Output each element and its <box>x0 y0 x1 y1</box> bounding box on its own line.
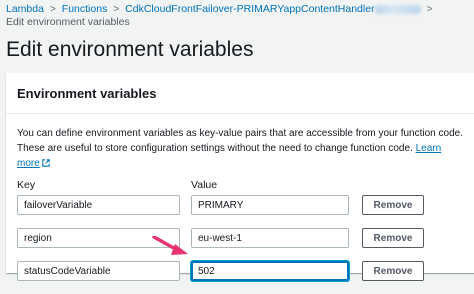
env-var-row: Remove <box>17 261 469 294</box>
chevron-right-icon: > <box>49 4 56 15</box>
page-title: Edit environment variables <box>6 38 254 61</box>
env-key-input[interactable] <box>17 261 180 281</box>
env-value-input[interactable] <box>191 261 349 281</box>
breadcrumb: Lambda > Functions > CdkCloudFrontFailover-P… <box>6 3 474 17</box>
env-var-row: Remove <box>17 195 469 228</box>
panel-description: You can define environment variables as … <box>17 126 465 171</box>
breadcrumb-functions[interactable]: Functions <box>62 3 108 15</box>
env-value-input[interactable] <box>191 195 349 215</box>
env-key-input[interactable] <box>17 195 180 215</box>
breadcrumb-current: Edit environment variables <box>6 16 130 28</box>
environment-variables-panel: Environment variables You can define env… <box>6 73 474 281</box>
panel-title: Environment variables <box>6 73 474 114</box>
description-text: You can define environment variables as … <box>17 128 463 154</box>
remove-button[interactable]: Remove <box>362 261 424 281</box>
breadcrumb-lambda[interactable]: Lambda <box>6 3 44 15</box>
external-link-icon <box>42 159 50 167</box>
key-column-header: Key <box>17 179 36 191</box>
chevron-right-icon: > <box>113 4 120 15</box>
env-value-input[interactable] <box>191 228 349 248</box>
remove-button[interactable]: Remove <box>362 228 424 248</box>
remove-button[interactable]: Remove <box>362 195 424 215</box>
chevron-right-icon: > <box>426 4 433 15</box>
env-var-row: Remove <box>17 228 469 261</box>
breadcrumb-function-name[interactable]: CdkCloudFrontFailover-PRIMARYappContentH… <box>125 3 421 15</box>
redacted-text <box>374 4 421 14</box>
value-column-header: Value <box>191 179 218 191</box>
annotation-arrow <box>152 236 188 255</box>
